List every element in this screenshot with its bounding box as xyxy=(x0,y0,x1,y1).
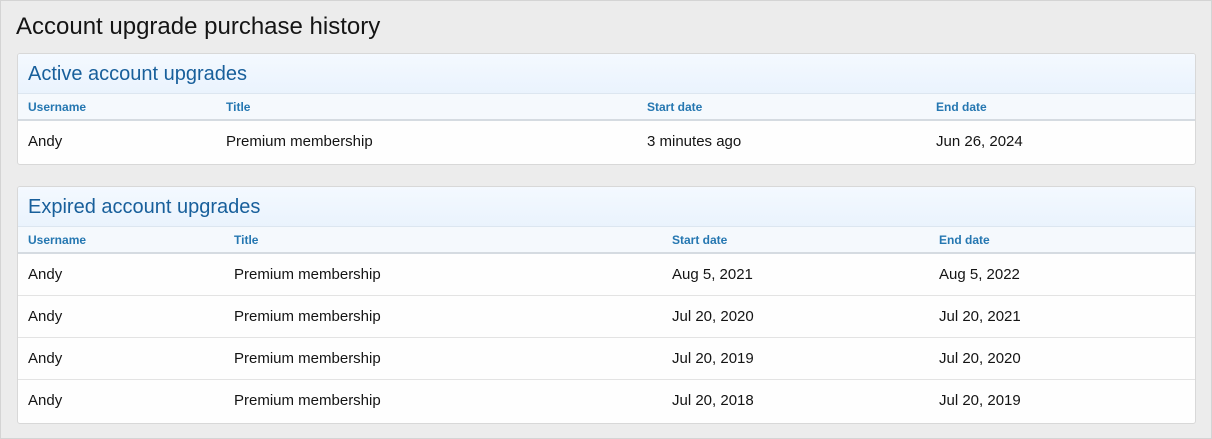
cell-end-date: Jul 20, 2020 xyxy=(939,350,1021,367)
cell-title: Premium membership xyxy=(234,350,381,367)
table-row: Andy Premium membership Aug 5, 2021 Aug … xyxy=(18,254,1195,296)
cell-end-date: Aug 5, 2022 xyxy=(939,266,1020,283)
cell-title: Premium membership xyxy=(234,266,381,283)
cell-title: Premium membership xyxy=(226,133,373,150)
column-header-title: Title xyxy=(234,233,259,247)
cell-username: Andy xyxy=(28,308,63,325)
table-row: Andy Premium membership Jul 20, 2019 Jul… xyxy=(18,338,1195,380)
cell-start-date: Aug 5, 2021 xyxy=(672,266,753,283)
active-upgrades-header: Active account upgrades xyxy=(18,54,1195,94)
cell-end-date: Jun 26, 2024 xyxy=(936,133,1023,150)
cell-start-date: 3 minutes ago xyxy=(647,133,742,150)
cell-username: Andy xyxy=(28,350,63,367)
cell-username: Andy xyxy=(28,266,63,283)
column-header-start-date: Start date xyxy=(647,100,703,114)
column-header-start-date: Start date xyxy=(672,233,728,247)
expired-upgrades-block: Expired account upgrades Username Title … xyxy=(17,186,1196,424)
column-header-title: Title xyxy=(226,100,251,114)
table-header-row: Username Title Start date End date xyxy=(18,227,1195,254)
active-upgrades-block: Active account upgrades Username Title S… xyxy=(17,53,1196,165)
cell-end-date: Jul 20, 2021 xyxy=(939,308,1021,325)
expired-upgrades-table: Username Title Start date End date Andy … xyxy=(18,227,1195,422)
cell-start-date: Jul 20, 2019 xyxy=(672,350,754,367)
cell-end-date: Jul 20, 2019 xyxy=(939,392,1021,409)
table-row: Andy Premium membership 3 minutes ago Ju… xyxy=(18,121,1195,163)
expired-upgrades-title: Expired account upgrades xyxy=(28,196,261,218)
active-upgrades-title: Active account upgrades xyxy=(28,63,248,85)
page-title: Account upgrade purchase history xyxy=(16,13,381,40)
cell-title: Premium membership xyxy=(234,392,381,409)
cell-start-date: Jul 20, 2020 xyxy=(672,308,754,325)
column-header-end-date: End date xyxy=(936,100,987,114)
column-header-username: Username xyxy=(28,233,87,247)
cell-start-date: Jul 20, 2018 xyxy=(672,392,754,409)
expired-upgrades-header: Expired account upgrades xyxy=(18,187,1195,227)
active-upgrades-table: Username Title Start date End date Andy … xyxy=(18,94,1195,163)
cell-username: Andy xyxy=(28,392,63,409)
column-header-username: Username xyxy=(28,100,87,114)
table-row: Andy Premium membership Jul 20, 2018 Jul… xyxy=(18,380,1195,422)
cell-title: Premium membership xyxy=(234,308,381,325)
table-row: Andy Premium membership Jul 20, 2020 Jul… xyxy=(18,296,1195,338)
table-header-row: Username Title Start date End date xyxy=(18,94,1195,121)
column-header-end-date: End date xyxy=(939,233,990,247)
cell-username: Andy xyxy=(28,133,63,150)
